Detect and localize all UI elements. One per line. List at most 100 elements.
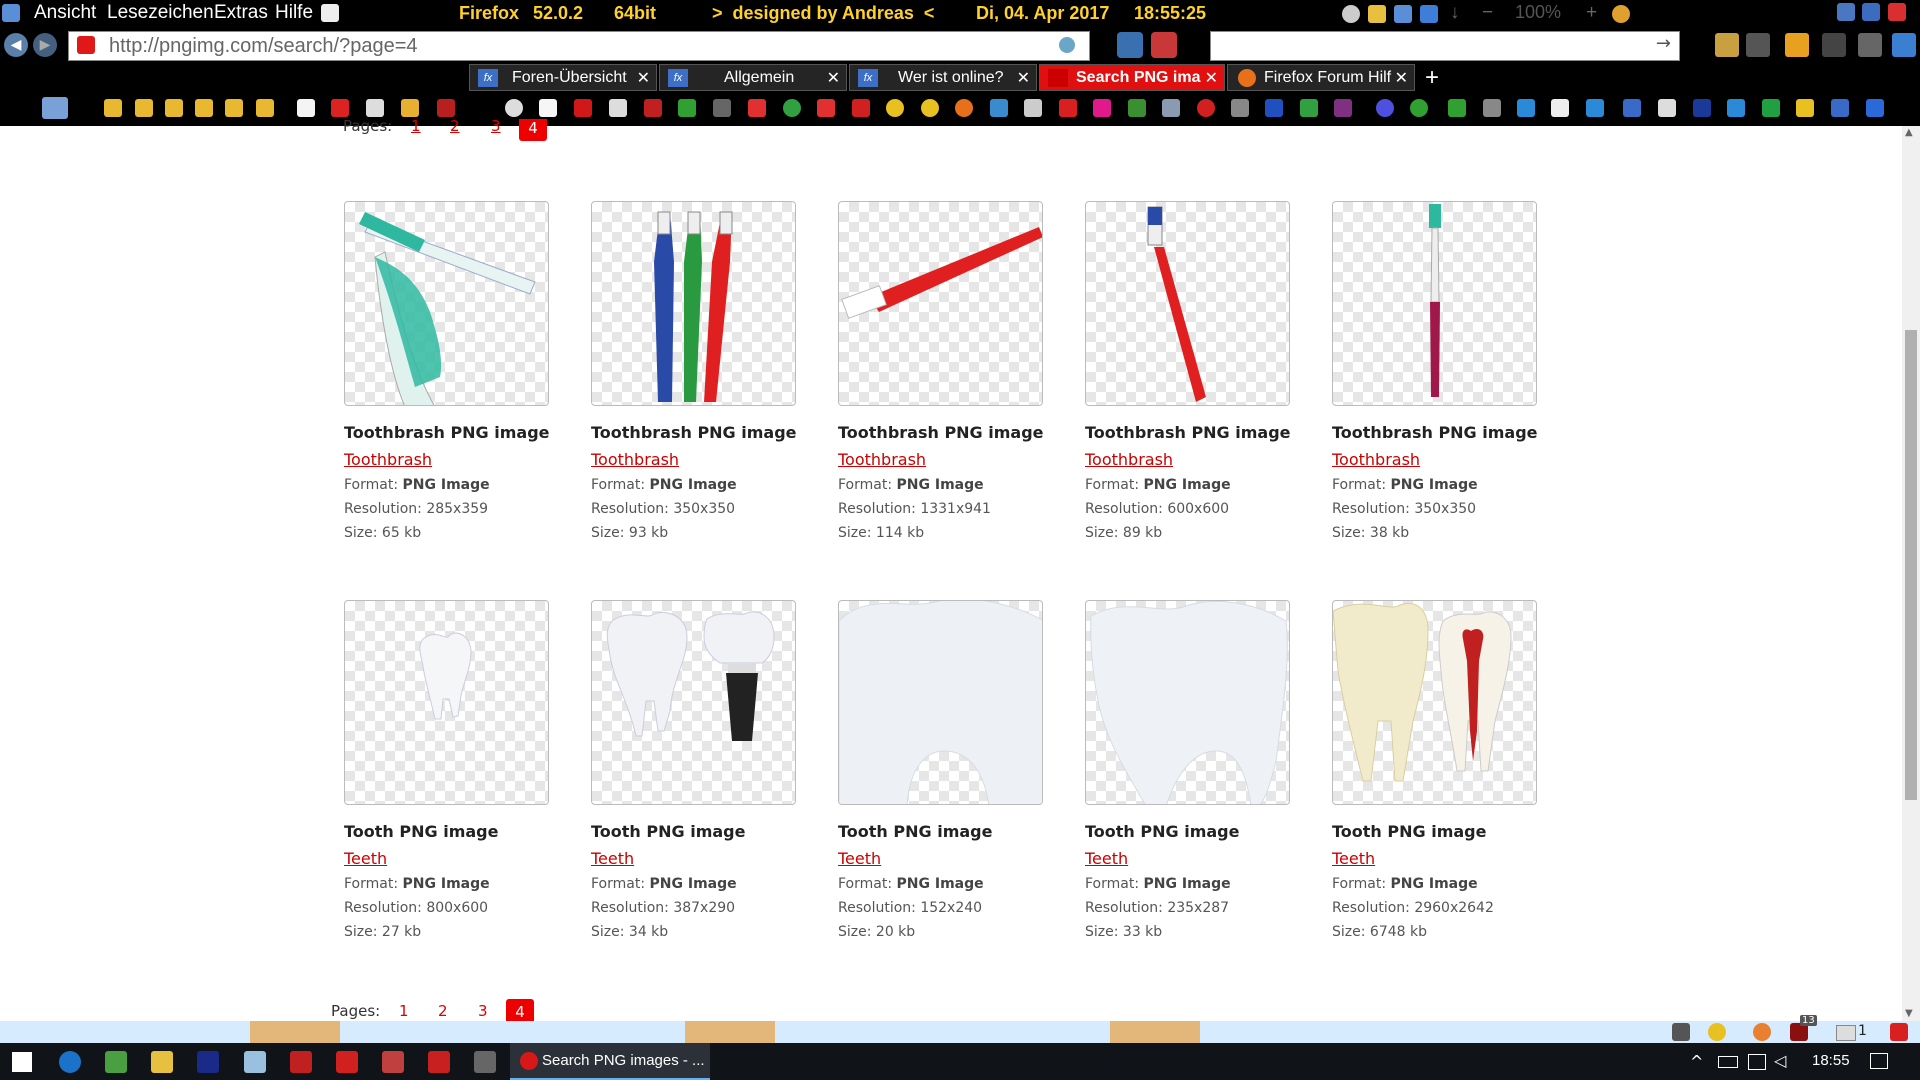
site-identity-icon[interactable] xyxy=(77,36,95,54)
taskbar-clock[interactable]: 18:55 xyxy=(1812,1052,1850,1069)
bookmark-tv-icon[interactable] xyxy=(1483,99,1501,117)
card-category-link[interactable]: Toothbrash xyxy=(591,450,801,469)
bookmark-opera-icon[interactable] xyxy=(1197,99,1215,117)
card-title[interactable]: Toothbrash PNG image xyxy=(838,423,1048,442)
card-category-link[interactable]: Toothbrash xyxy=(344,450,554,469)
bookmark-chrome-icon[interactable] xyxy=(783,99,801,117)
bookmark-arrow-icon[interactable] xyxy=(1128,99,1146,117)
refresh-icon[interactable] xyxy=(1892,33,1916,57)
tools-icon[interactable] xyxy=(1858,33,1882,57)
notepad-icon[interactable] xyxy=(321,4,339,22)
bookmark-gb-icon[interactable] xyxy=(1623,99,1641,117)
bookmark-cloud-icon[interactable] xyxy=(1727,99,1745,117)
monkey-icon[interactable] xyxy=(1612,5,1630,23)
card-category-link[interactable]: Toothbrash xyxy=(838,450,1048,469)
close-icon[interactable]: ✕ xyxy=(1205,68,1218,88)
bookmark-phone-icon[interactable] xyxy=(852,99,870,117)
tab-wer-ist-online[interactable]: fx Wer ist online? ✕ xyxy=(849,64,1037,91)
card-category-link[interactable]: Toothbrash xyxy=(1085,450,1295,469)
page-link-1[interactable]: 1 xyxy=(411,119,421,135)
windows-start-icon[interactable] xyxy=(12,1052,32,1072)
bookmark-red-icon[interactable] xyxy=(574,99,592,117)
bookmark-photo-icon[interactable] xyxy=(990,99,1008,117)
bookmark-pen-icon[interactable] xyxy=(1551,99,1569,117)
card-title[interactable]: Tooth PNG image xyxy=(591,822,801,841)
tab-allgemein[interactable]: fx Allgemein ✕ xyxy=(659,64,847,91)
bookmark-folder-icon[interactable] xyxy=(135,99,153,117)
image-thumbnail[interactable] xyxy=(1332,201,1537,406)
tab-foren-uebersicht[interactable]: fx Foren-Übersicht ✕ xyxy=(469,64,657,91)
close-icon[interactable]: ✕ xyxy=(1017,68,1030,88)
image-thumbnail[interactable] xyxy=(1332,600,1537,805)
bookmark-windows-icon[interactable] xyxy=(1517,99,1535,117)
menu-lesezeichen[interactable]: Lesezeichen xyxy=(107,2,214,24)
card-title[interactable]: Toothbrash PNG image xyxy=(1085,423,1295,442)
bookmark-green-icon[interactable] xyxy=(1300,99,1318,117)
card-category-link[interactable]: Toothbrash xyxy=(1332,450,1542,469)
taskbar-active-window[interactable]: Search PNG images - ... xyxy=(510,1043,710,1080)
card-title[interactable]: Toothbrash PNG image xyxy=(591,423,801,442)
bookmark-download-icon[interactable] xyxy=(678,99,696,117)
f-app-icon[interactable] xyxy=(197,1051,219,1073)
card-category-link[interactable]: Teeth xyxy=(344,849,554,868)
card-title[interactable]: Tooth PNG image xyxy=(838,822,1048,841)
calculator-icon[interactable] xyxy=(1151,32,1177,58)
bookmark-b-icon[interactable] xyxy=(1693,99,1711,117)
minimize-icon[interactable] xyxy=(1862,3,1880,21)
close-icon[interactable]: ✕ xyxy=(1395,68,1408,88)
folder-icon[interactable] xyxy=(1368,5,1386,23)
bookmark-printer-icon[interactable] xyxy=(1231,99,1249,117)
bookmark-folder-icon[interactable] xyxy=(225,99,243,117)
bookmark-list-icon[interactable] xyxy=(1866,99,1884,117)
d-app-icon[interactable] xyxy=(428,1051,450,1073)
bookmark-telekom-icon[interactable] xyxy=(1093,99,1111,117)
bookmark-play-icon[interactable] xyxy=(1448,99,1466,117)
bookmark-car-icon[interactable] xyxy=(644,99,662,117)
battery-icon[interactable] xyxy=(1718,1056,1738,1068)
explorer-icon[interactable] xyxy=(151,1051,173,1073)
image-thumbnail[interactable] xyxy=(591,600,796,805)
bookmark-disc-icon[interactable] xyxy=(1376,99,1394,117)
image-thumbnail[interactable] xyxy=(344,201,549,406)
menu-icon[interactable] xyxy=(1822,33,1846,57)
tab-firefox-forum[interactable]: Firefox Forum Hilf ✕ xyxy=(1227,64,1415,91)
image-thumbnail[interactable] xyxy=(838,600,1043,805)
page-link-2[interactable]: 2 xyxy=(438,1002,448,1020)
card-title[interactable]: Tooth PNG image xyxy=(1332,822,1542,841)
reader-icon[interactable] xyxy=(1059,37,1075,53)
calculator-icon[interactable] xyxy=(290,1051,312,1073)
cloud-icon[interactable] xyxy=(244,1051,266,1073)
bookmark-folder-icon[interactable] xyxy=(104,99,122,117)
smiley-icon[interactable] xyxy=(1708,1023,1726,1041)
sync-icon[interactable] xyxy=(1117,32,1143,58)
notification-icon[interactable] xyxy=(1870,1053,1888,1069)
new-tab-button[interactable]: + xyxy=(1425,64,1439,92)
download-icon[interactable]: ↓ xyxy=(1450,2,1460,24)
bookmark-camera-icon[interactable] xyxy=(1162,99,1180,117)
scrollbar-thumb[interactable] xyxy=(1905,330,1917,800)
close-window-icon[interactable] xyxy=(1888,3,1906,21)
bookmark-gh-icon[interactable] xyxy=(609,99,627,117)
folder-blue-icon[interactable] xyxy=(1420,5,1438,23)
scroll-up-arrow-icon[interactable]: ▲ xyxy=(1905,127,1913,138)
downloads-icon[interactable] xyxy=(1785,33,1809,57)
printer-icon[interactable] xyxy=(474,1051,496,1073)
close-icon[interactable]: ✕ xyxy=(827,68,840,88)
bookmark-b64-icon[interactable] xyxy=(1796,99,1814,117)
back-icon[interactable]: ◀ xyxy=(4,33,28,57)
bookmark-d-icon[interactable] xyxy=(1658,99,1676,117)
edge-icon[interactable] xyxy=(59,1051,81,1073)
bookmark-c-icon[interactable] xyxy=(505,99,523,117)
bookmark-check-icon[interactable] xyxy=(1410,99,1428,117)
card-title[interactable]: Toothbrash PNG image xyxy=(344,423,554,442)
page-link-2[interactable]: 2 xyxy=(450,119,460,135)
menu-ansicht[interactable]: Ansicht xyxy=(34,2,96,24)
card-title[interactable]: Tooth PNG image xyxy=(1085,822,1295,841)
gallery-icon[interactable] xyxy=(382,1051,404,1073)
url-bar[interactable]: http://pngimg.com/search/?page=4 xyxy=(68,31,1090,61)
bookmark-smiley-icon[interactable] xyxy=(886,99,904,117)
scroll-down-arrow-icon[interactable]: ▼ xyxy=(1905,1008,1913,1019)
home-icon[interactable] xyxy=(1746,33,1770,57)
page-link-3[interactable]: 3 xyxy=(491,119,501,135)
pocket-icon[interactable] xyxy=(1890,1023,1908,1041)
